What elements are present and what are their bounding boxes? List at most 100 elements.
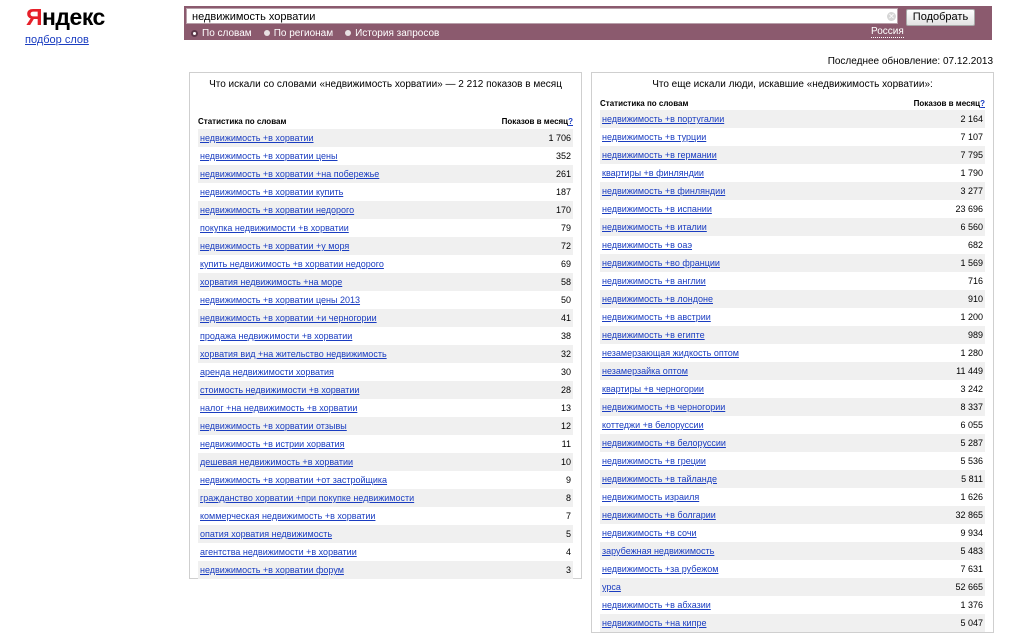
keyword-link[interactable]: недвижимость +в истрии хорватия xyxy=(200,439,345,449)
mode-by-regions[interactable]: По регионам xyxy=(263,27,333,39)
keyword-link[interactable]: недвижимость +в хорватии xyxy=(200,133,314,143)
keyword-link[interactable]: продажа недвижимости +в хорватии xyxy=(200,331,352,341)
keyword-link[interactable]: недвижимость +в англии xyxy=(602,276,706,286)
keyword-link[interactable]: гражданство хорватии +при покупке недвиж… xyxy=(200,493,414,503)
keyword-link[interactable]: недвижимость +в турции xyxy=(602,132,706,142)
keyword-link[interactable]: незамерзающая жидкость оптом xyxy=(602,348,739,358)
table-row: коммерческая недвижимость +в хорватии 7 xyxy=(198,507,573,525)
mode-history[interactable]: История запросов xyxy=(345,27,439,39)
table-row: недвижимость +в италии 6 560 xyxy=(600,218,985,236)
table-row: опатия хорватия недвижимость 5 xyxy=(198,525,573,543)
keyword-link[interactable]: недвижимость израиля xyxy=(602,492,699,502)
table-row: недвижимость +в хорватии цены 352 xyxy=(198,147,573,165)
keyword-link[interactable]: недвижимость +в лондоне xyxy=(602,294,713,304)
table-row: недвижимость +в хорватии отзывы 12 xyxy=(198,417,573,435)
help-icon[interactable]: ? xyxy=(980,99,985,108)
keyword-link[interactable]: недвижимость +в черногории xyxy=(602,402,725,412)
keyword-link[interactable]: коммерческая недвижимость +в хорватии xyxy=(200,511,375,521)
table-row: недвижимость +в хорватии +на побережье 26… xyxy=(198,165,573,183)
search-bar-arrow xyxy=(982,6,992,40)
keyword-link[interactable]: недвижимость +в греции xyxy=(602,456,706,466)
help-icon[interactable]: ? xyxy=(568,117,573,126)
impressions-count: 9 xyxy=(565,475,571,485)
keyword-link[interactable]: недвижимость +за рубежом xyxy=(602,564,718,574)
keyword-link[interactable]: купить недвижимость +в хорватии недорого xyxy=(200,259,384,269)
keyword-link[interactable]: дешевая недвижимость +в хорватии xyxy=(200,457,353,467)
keyword-link[interactable]: недвижимость +в хорватии +у моря xyxy=(200,241,349,251)
yandex-logo[interactable]: Яндекс xyxy=(26,4,105,31)
impressions-count: 52 665 xyxy=(955,582,983,592)
keyword-link[interactable]: недвижимость +в хорватии +от застройщика xyxy=(200,475,387,485)
keyword-link[interactable]: недвижимость +в австрии xyxy=(602,312,711,322)
keyword-link[interactable]: налог +на недвижимость +в хорватии xyxy=(200,403,357,413)
keyword-link[interactable]: недвижимость +в хорватии цены 2013 xyxy=(200,295,360,305)
service-link-wordstat[interactable]: подбор слов xyxy=(25,34,89,46)
table-row: хорватия недвижимость +на море 58 xyxy=(198,273,573,291)
mode-label: По словам xyxy=(202,27,252,39)
keyword-link[interactable]: недвижимость +в португалии xyxy=(602,114,724,124)
keyword-link[interactable]: недвижимость +в хорватии +на побережье xyxy=(200,169,379,179)
impressions-count: 28 xyxy=(560,385,571,395)
keyword-link[interactable]: незамерзайка оптом xyxy=(602,366,688,376)
impressions-count: 58 xyxy=(560,277,571,287)
mode-by-words[interactable]: По словам xyxy=(191,27,252,39)
table-row: дешевая недвижимость +в хорватии 10 xyxy=(198,453,573,471)
keyword-link[interactable]: аренда недвижимости хорватия xyxy=(200,367,334,377)
keyword-link[interactable]: недвижимость +в хорватии +и черногории xyxy=(200,313,377,323)
impressions-count: 3 242 xyxy=(960,384,983,394)
impressions-count: 38 xyxy=(560,331,571,341)
table-row: недвижимость +в хорватии +у моря 72 xyxy=(198,237,573,255)
keyword-link[interactable]: недвижимость +во франции xyxy=(602,258,720,268)
table-row: недвижимость +в хорватии форум 3 xyxy=(198,561,573,579)
keyword-link[interactable]: недвижимость +в оаэ xyxy=(602,240,692,250)
keyword-link[interactable]: недвижимость +на кипре xyxy=(602,618,706,628)
table-row: недвижимость +в оаэ 682 xyxy=(600,236,985,254)
keyword-link[interactable]: квартиры +в финляндии xyxy=(602,168,704,178)
keyword-link[interactable]: зарубежная недвижимость xyxy=(602,546,714,556)
impressions-count: 6 560 xyxy=(960,222,983,232)
keyword-link[interactable]: недвижимость +в хорватии недорого xyxy=(200,205,354,215)
keyword-link[interactable]: недвижимость +в хорватии форум xyxy=(200,565,344,575)
keyword-link[interactable]: хорватия недвижимость +на море xyxy=(200,277,342,287)
keyword-link[interactable]: недвижимость +в хорватии отзывы xyxy=(200,421,347,431)
region-selector[interactable]: Россия xyxy=(871,26,904,38)
table-row: недвижимость +в белоруссии 5 287 xyxy=(600,434,985,452)
keyword-link[interactable]: опатия хорватия недвижимость xyxy=(200,529,332,539)
keyword-link[interactable]: коттеджи +в белоруссии xyxy=(602,420,704,430)
keyword-link[interactable]: хорватия вид +на жительство недвижимость xyxy=(200,349,387,359)
keyword-link[interactable]: недвижимость +в сочи xyxy=(602,528,697,538)
keyword-link[interactable]: недвижимость +в финляндии xyxy=(602,186,725,196)
keyword-link[interactable]: недвижимость +в египте xyxy=(602,330,705,340)
search-button[interactable]: Подобрать xyxy=(906,9,975,26)
table-row: недвижимость +в англии 716 xyxy=(600,272,985,290)
keyword-link[interactable]: недвижимость +в испании xyxy=(602,204,712,214)
impressions-count: 7 795 xyxy=(960,150,983,160)
keyword-link[interactable]: недвижимость +в хорватии цены xyxy=(200,151,338,161)
keyword-link[interactable]: недвижимость +в тайланде xyxy=(602,474,717,484)
keyword-link[interactable]: недвижимость +в италии xyxy=(602,222,707,232)
keyword-link[interactable]: стоимость недвижимости +в хорватии xyxy=(200,385,359,395)
impressions-count: 3 xyxy=(565,565,571,575)
clear-icon[interactable]: ✕ xyxy=(887,12,896,21)
last-update-text: Последнее обновление: 07.12.2013 xyxy=(827,56,993,67)
keyword-link[interactable]: урса xyxy=(602,582,621,592)
impressions-count: 5 483 xyxy=(960,546,983,556)
table-row: незамерзайка оптом 11 449 xyxy=(600,362,985,380)
impressions-count: 1 569 xyxy=(960,258,983,268)
impressions-count: 5 811 xyxy=(961,474,983,484)
keyword-link[interactable]: покупка недвижимости +в хорватии xyxy=(200,223,349,233)
impressions-count: 12 xyxy=(560,421,571,431)
search-input[interactable]: недвижимость хорватии xyxy=(186,8,898,24)
keyword-link[interactable]: недвижимость +в германии xyxy=(602,150,717,160)
keyword-link[interactable]: недвижимость +в абхазии xyxy=(602,600,711,610)
table-row: недвижимость +в испании 23 696 xyxy=(600,200,985,218)
keyword-link[interactable]: недвижимость +в белоруссии xyxy=(602,438,726,448)
table-row: налог +на недвижимость +в хорватии 13 xyxy=(198,399,573,417)
keyword-link[interactable]: квартиры +в черногории xyxy=(602,384,704,394)
keyword-link[interactable]: недвижимость +в болгарии xyxy=(602,510,716,520)
impressions-count: 32 xyxy=(560,349,571,359)
table-row: недвижимость +в хорватии +и черногории 41 xyxy=(198,309,573,327)
keyword-link[interactable]: недвижимость +в хорватии купить xyxy=(200,187,343,197)
keyword-link[interactable]: агентства недвижимости +в хорватии xyxy=(200,547,357,557)
impressions-count: 1 376 xyxy=(960,600,983,610)
